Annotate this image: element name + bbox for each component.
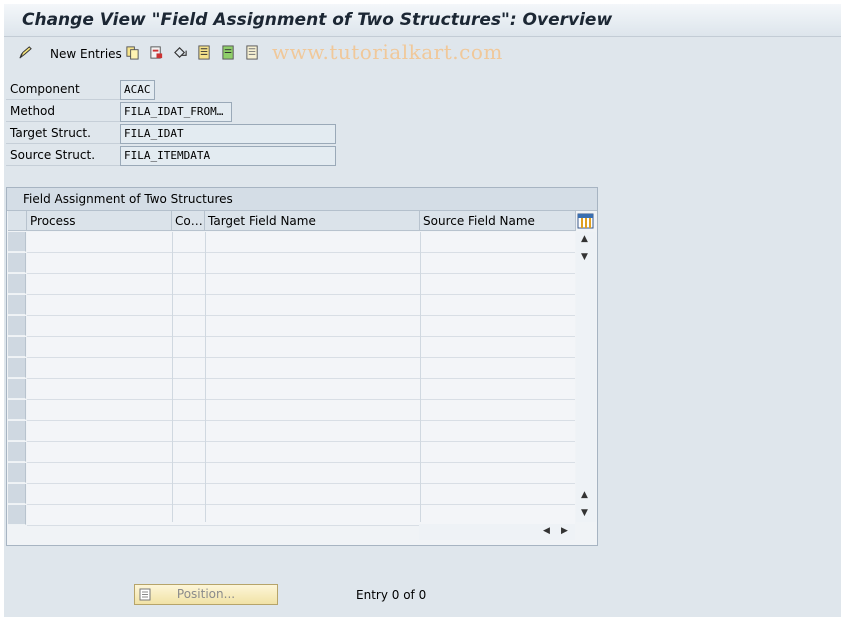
col-separator [172,232,173,522]
copy-icon[interactable] [125,45,140,60]
row-selector[interactable] [8,463,26,483]
row-selector[interactable] [8,253,26,273]
col-separator [420,232,421,522]
watermark: www.tutorialkart.com [272,40,503,64]
row-selector[interactable] [8,484,26,504]
table-title-bar: Field Assignment of Two Structures [7,188,597,211]
vertical-scrollbar[interactable]: ▲ ▼ ▲ ▼ [576,232,596,522]
table-row[interactable] [27,400,575,421]
deselect-all-icon[interactable] [245,45,260,60]
select-all-rows-header[interactable] [8,211,27,231]
column-source-field-name[interactable]: Source Field Name [420,211,576,231]
position-button[interactable]: Position... [134,584,278,605]
delete-icon[interactable] [149,45,164,60]
scroll-left-icon[interactable]: ◀ [543,526,550,536]
method-field[interactable]: FILA_IDAT_FROM… [120,102,232,122]
table-row[interactable] [27,295,575,316]
table-row[interactable] [27,463,575,484]
row-selector[interactable] [8,358,26,378]
scroll-page-down-icon[interactable]: ▼ [581,508,588,518]
table-row[interactable] [27,232,575,253]
table-row[interactable] [27,316,575,337]
table-row[interactable] [27,379,575,400]
row-selector[interactable] [8,274,26,294]
source-struct-field[interactable]: FILA_ITEMDATA [120,146,336,166]
row-selector[interactable] [8,400,26,420]
row-selector[interactable] [8,337,26,357]
row-selector[interactable] [8,379,26,399]
table-row[interactable] [27,484,575,505]
column-settings-icon[interactable] [577,213,594,229]
undo-icon[interactable] [173,45,188,60]
table-row[interactable] [27,337,575,358]
table-row[interactable] [27,274,575,295]
position-button-label: Position... [176,587,236,601]
horizontal-scrollbar[interactable]: ◀ ▶ [419,524,575,540]
row-selector[interactable] [8,295,26,315]
new-entries-button[interactable]: New Entries [50,47,122,61]
row-selector[interactable] [8,316,26,336]
table-title: Field Assignment of Two Structures [23,192,233,206]
component-label: Component [6,79,120,100]
table-row[interactable] [27,421,575,442]
table-row[interactable] [27,505,575,526]
title-bar: Change View "Field Assignment of Two Str… [4,4,841,37]
scroll-up-icon[interactable]: ▲ [581,234,588,244]
source-struct-label: Source Struct. [6,145,120,166]
column-process[interactable]: Process [27,211,172,231]
target-struct-field[interactable]: FILA_IDAT [120,124,336,144]
select-all-icon[interactable] [197,45,212,60]
col-separator [205,232,206,522]
scroll-page-up-icon[interactable]: ▲ [581,490,588,500]
scroll-down-icon[interactable]: ▼ [581,252,588,262]
scroll-right-icon[interactable]: ▶ [561,526,568,536]
page-title: Change View "Field Assignment of Two Str… [22,10,613,30]
column-co[interactable]: Co… [172,211,205,231]
table-row[interactable] [27,442,575,463]
row-selector[interactable] [8,505,26,525]
row-selector[interactable] [8,442,26,462]
row-selector[interactable] [8,421,26,441]
field-assignment-table: Field Assignment of Two Structures Proce… [6,187,598,546]
table-row[interactable] [27,358,575,379]
edit-pencil-icon[interactable] [18,45,33,60]
method-label: Method [6,101,120,122]
table-row[interactable] [27,253,575,274]
position-icon [139,588,151,601]
target-struct-label: Target Struct. [6,123,120,144]
entry-count: Entry 0 of 0 [356,588,427,602]
component-field[interactable]: ACAC [120,80,155,100]
row-selector[interactable] [8,232,26,252]
column-target-field-name[interactable]: Target Field Name [205,211,420,231]
select-block-icon[interactable] [221,45,236,60]
